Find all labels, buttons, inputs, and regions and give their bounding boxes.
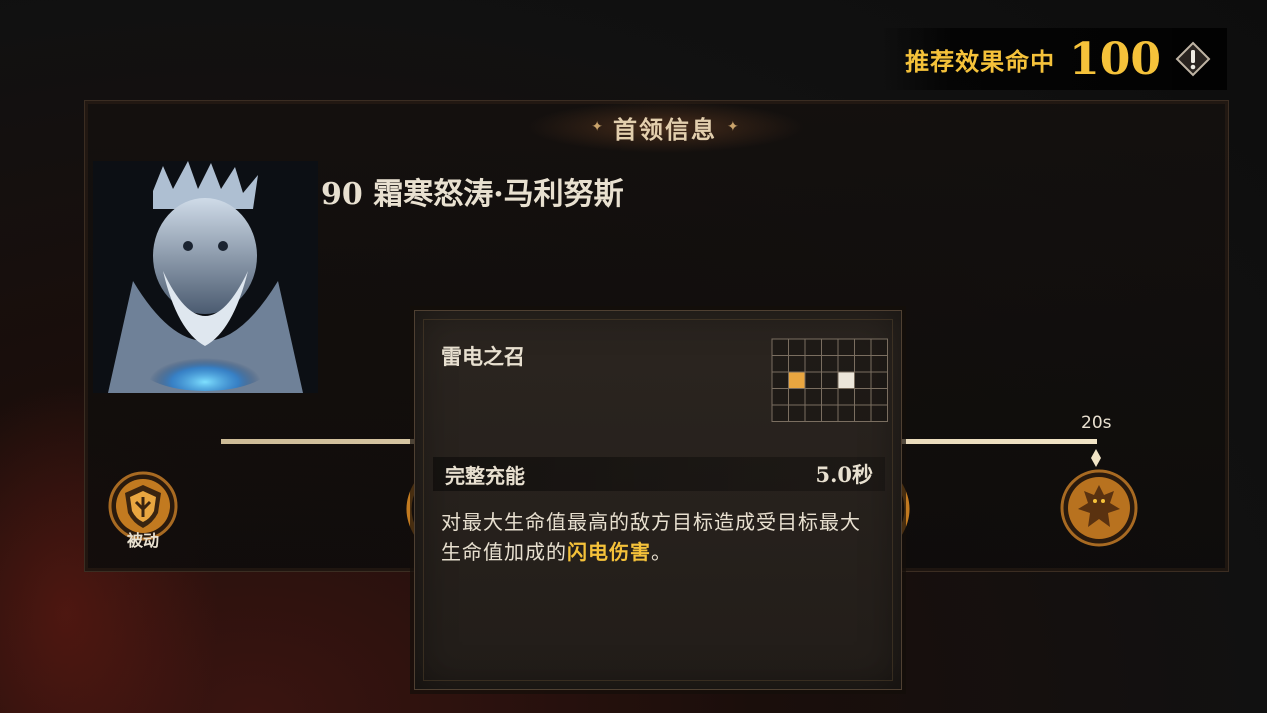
grid-cell: [821, 388, 839, 406]
skill-name: 雷电之召: [441, 345, 525, 369]
charge-stat-row: 完整充能 5.0秒: [433, 457, 885, 491]
stat-label: 完整充能: [445, 463, 525, 488]
grid-cell: [788, 355, 806, 373]
grid-cell: [788, 388, 806, 406]
timeline-time-label: 20s: [1081, 413, 1112, 433]
grid-cell: [804, 371, 822, 389]
warning-icon[interactable]: [1175, 41, 1211, 77]
desc-highlight: 闪电伤害: [567, 540, 651, 564]
grid-cell: [837, 355, 855, 373]
skill-description: 对最大生命值最高的敌方目标造成受目标最大生命值加成的闪电伤害。: [441, 507, 881, 567]
grid-cell: [854, 355, 872, 373]
grid-cell: [771, 355, 789, 373]
desc-end: 。: [651, 540, 672, 564]
diamond-ornament-icon: ✦: [591, 119, 603, 135]
grid-cell: [821, 338, 839, 356]
grid-cell: [837, 404, 855, 422]
grid-cell: [821, 404, 839, 422]
grid-cell: [804, 355, 822, 373]
grid-cell: [870, 404, 888, 422]
boss-portrait: [93, 161, 318, 393]
timeline-marker-icon: [1091, 449, 1101, 467]
grid-cell: [870, 371, 888, 389]
diamond-ornament-icon: ✦: [727, 119, 739, 135]
grid-cell: [870, 338, 888, 356]
grid-cell: [854, 388, 872, 406]
grid-cell: [771, 388, 789, 406]
grid-cell: [870, 388, 888, 406]
grid-cell: [804, 338, 822, 356]
recommended-hit-value: 100: [1069, 33, 1161, 85]
grid-cell: [771, 404, 789, 422]
grid-cell: [870, 355, 888, 373]
grid-cell: [771, 371, 789, 389]
grid-cell: [854, 404, 872, 422]
grid-cell: [804, 404, 822, 422]
boss-name: 90 霜寒怒涛·马利努斯: [321, 177, 624, 212]
grid-cell: [804, 388, 822, 406]
stat-value: 5.0秒: [815, 462, 873, 487]
passive-label: 被动: [126, 531, 159, 550]
grid-cell: [854, 338, 872, 356]
grid-cell: [837, 371, 855, 389]
dragon-icon: [1060, 469, 1138, 547]
boss-skill-button[interactable]: [1060, 469, 1138, 547]
grid-cell: [821, 371, 839, 389]
grid-cell: [788, 371, 806, 389]
grid-cell: [837, 388, 855, 406]
skill-range-grid: [771, 338, 889, 423]
grid-cell: [771, 338, 789, 356]
grid-cell: [788, 338, 806, 356]
recommended-hit-label: 推荐效果命中: [905, 47, 1056, 76]
grid-cell: [821, 355, 839, 373]
panel-title: 首领信息: [613, 115, 717, 144]
recommended-hit-bar: 推荐效果命中 100: [881, 28, 1227, 90]
skill-tooltip: 雷电之召 完整充能 5.0秒 对最大生命值最高的敌方目标造成受目标最大生命值加成…: [414, 310, 902, 690]
grid-cell: [837, 338, 855, 356]
passive-skill-button[interactable]: 被动: [105, 471, 181, 557]
grid-cell: [788, 404, 806, 422]
panel-header: ✦ 首领信息 ✦: [525, 101, 805, 153]
grid-cell: [854, 371, 872, 389]
